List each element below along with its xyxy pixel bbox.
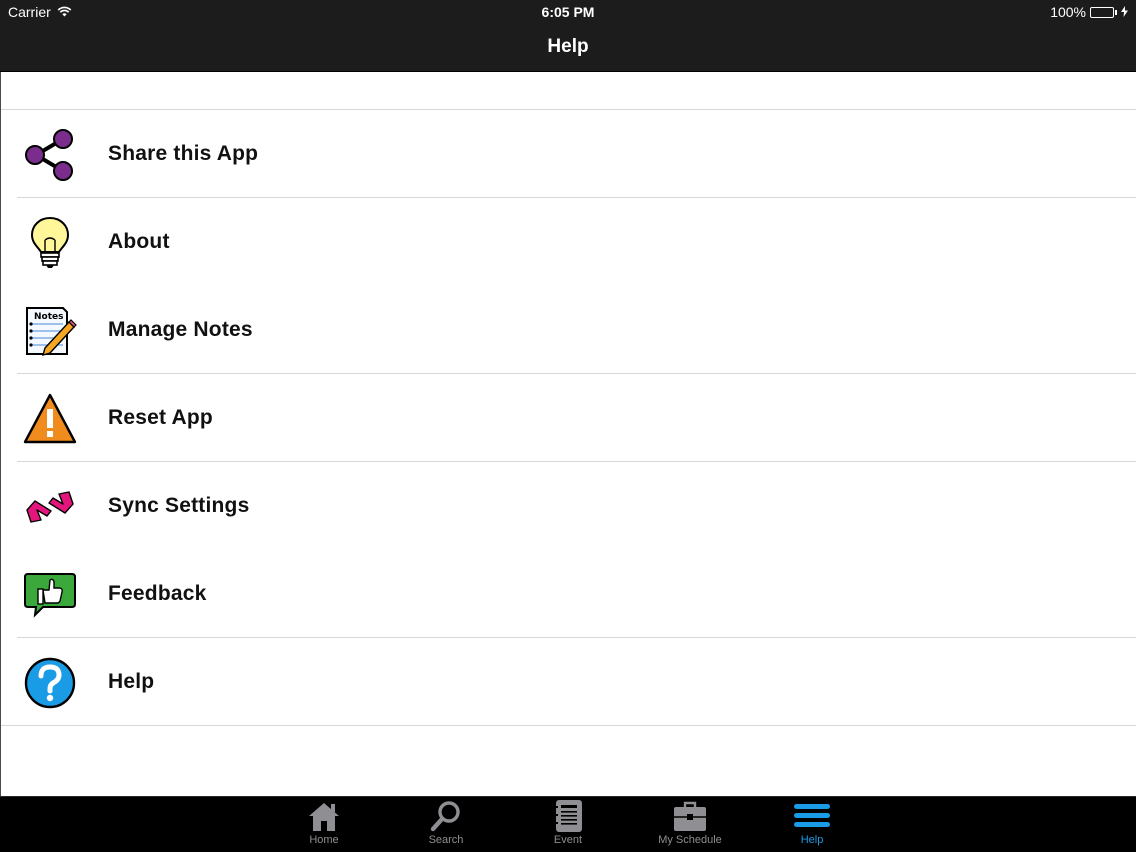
tab-my-schedule[interactable]: My Schedule <box>635 797 745 852</box>
tab-label: Search <box>428 834 464 846</box>
menu-item-help[interactable]: Help <box>1 638 1136 726</box>
tab-label: Help <box>800 834 824 846</box>
menu-item-label: Share this App <box>108 142 259 165</box>
share-icon <box>23 128 77 182</box>
svg-text:Notes: Notes <box>34 312 63 322</box>
battery-percent: 100% <box>1050 4 1086 20</box>
warning-icon <box>23 392 77 446</box>
tab-event[interactable]: Event <box>513 797 623 852</box>
search-icon <box>428 799 464 833</box>
menu-item-reset-app[interactable]: Reset App <box>1 374 1136 462</box>
menu-item-feedback[interactable]: Feedback <box>1 550 1136 638</box>
menu-item-manage-notes[interactable]: Notes Manage Notes <box>1 286 1136 374</box>
battery-icon <box>1090 6 1114 18</box>
menu-item-about[interactable]: About <box>1 198 1136 286</box>
navigation-bar: Help <box>0 24 1136 72</box>
menu-item-label: Feedback <box>108 582 207 605</box>
tab-home[interactable]: Home <box>269 797 379 852</box>
menu-item-label: About <box>108 230 170 253</box>
menu-item-share-this-app[interactable]: Share this App <box>1 110 1136 198</box>
help-content: Share this App About Notes Manage Notes … <box>0 72 1136 796</box>
tab-help[interactable]: Help <box>757 797 867 852</box>
notes-icon: Notes <box>23 304 77 358</box>
menu-item-label: Manage Notes <box>108 318 253 341</box>
home-icon <box>306 799 342 833</box>
tab-search[interactable]: Search <box>391 797 501 852</box>
status-time: 6:05 PM <box>541 4 595 20</box>
tab-label: My Schedule <box>658 834 722 846</box>
tab-label: Event <box>553 834 583 846</box>
charging-bolt-icon <box>1121 4 1128 20</box>
lightbulb-icon <box>23 216 77 270</box>
page-title: Help <box>547 36 589 57</box>
tab-label: Home <box>309 834 339 846</box>
menu-item-label: Help <box>108 670 155 693</box>
menu-icon <box>794 799 830 833</box>
notebook-icon <box>550 799 586 833</box>
menu-item-label: Reset App <box>108 406 213 429</box>
menu-item-sync-settings[interactable]: Sync Settings <box>1 462 1136 550</box>
briefcase-icon <box>672 799 708 833</box>
battery-info: 100% <box>1050 4 1128 20</box>
question-icon <box>23 656 77 710</box>
sync-icon <box>23 480 77 534</box>
help-menu-list: Share this App About Notes Manage Notes … <box>1 109 1136 726</box>
help-screen: Carrier 6:05 PM 100% Help Share this App… <box>0 0 1136 852</box>
tab-bar: Home Search Event My Schedule Help <box>0 796 1136 852</box>
menu-item-label: Sync Settings <box>108 494 250 517</box>
status-bar: Carrier 6:05 PM 100% <box>0 0 1136 24</box>
thumbs-up-icon <box>23 568 77 622</box>
